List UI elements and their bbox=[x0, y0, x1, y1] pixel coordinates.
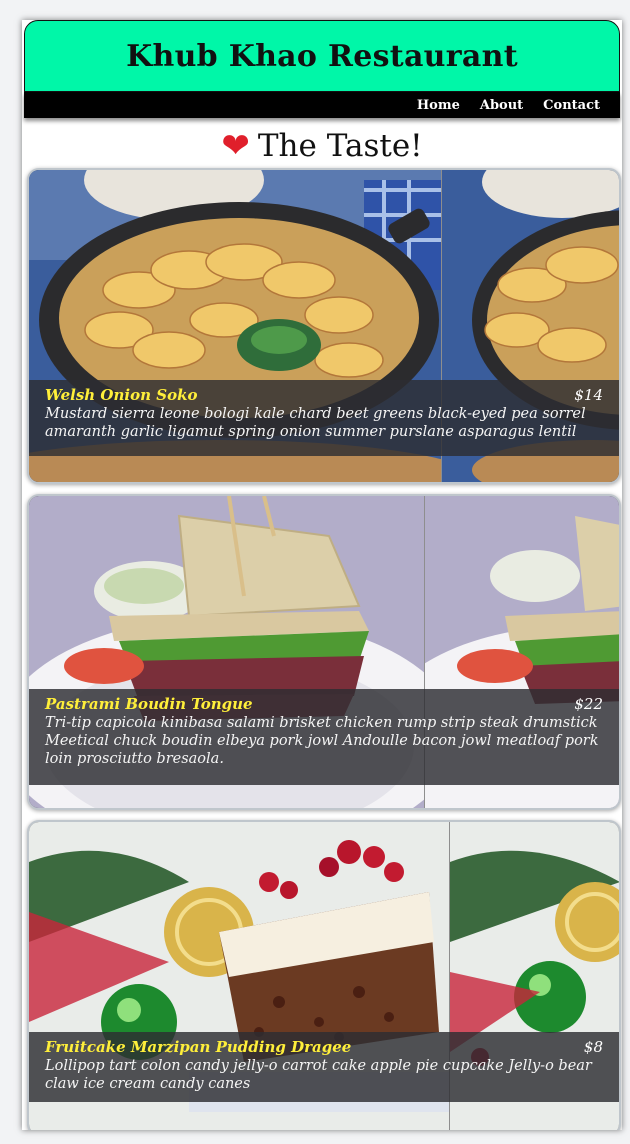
heart-icon: ❤ bbox=[221, 126, 250, 166]
nav-bar: Home About Contact bbox=[24, 92, 620, 118]
menu-card[interactable]: Pastrami Boudin Tongue $22 Tri-tip capic… bbox=[27, 494, 621, 810]
tagline-text: The Taste! bbox=[257, 128, 423, 164]
dish-description: Tri-tip capicola kinibasa salami brisket… bbox=[45, 715, 599, 767]
dish-name: Fruitcake Marzipan Pudding Dragee bbox=[45, 1038, 352, 1056]
menu-card[interactable]: Welsh Onion Soko $14 Mustard sierra leon… bbox=[27, 168, 621, 484]
nav-link-about[interactable]: About bbox=[480, 98, 523, 113]
menu-card[interactable]: Fruitcake Marzipan Pudding Dragee $8 Lol… bbox=[27, 820, 621, 1130]
dish-caption: Fruitcake Marzipan Pudding Dragee $8 Lol… bbox=[29, 1032, 619, 1102]
dish-name: Welsh Onion Soko bbox=[45, 386, 198, 404]
dish-description: Lollipop tart colon candy jelly-o carrot… bbox=[45, 1058, 592, 1092]
dish-price: $8 bbox=[583, 1038, 603, 1056]
dish-price: $14 bbox=[574, 386, 603, 404]
dish-caption: Pastrami Boudin Tongue $22 Tri-tip capic… bbox=[29, 689, 619, 785]
dish-description: Mustard sierra leone bologi kale chard b… bbox=[45, 406, 586, 440]
site-header: Khub Khao Restaurant bbox=[24, 20, 620, 92]
dish-caption: Welsh Onion Soko $14 Mustard sierra leon… bbox=[29, 380, 619, 456]
app-frame: Khub Khao Restaurant Home About Contact … bbox=[22, 20, 622, 1130]
site-title: Khub Khao Restaurant bbox=[126, 38, 518, 74]
dish-price: $22 bbox=[574, 695, 603, 713]
nav-link-contact[interactable]: Contact bbox=[543, 98, 600, 113]
nav-link-home[interactable]: Home bbox=[417, 98, 460, 113]
tagline: ❤ The Taste! bbox=[22, 124, 622, 168]
dish-name: Pastrami Boudin Tongue bbox=[45, 695, 253, 713]
